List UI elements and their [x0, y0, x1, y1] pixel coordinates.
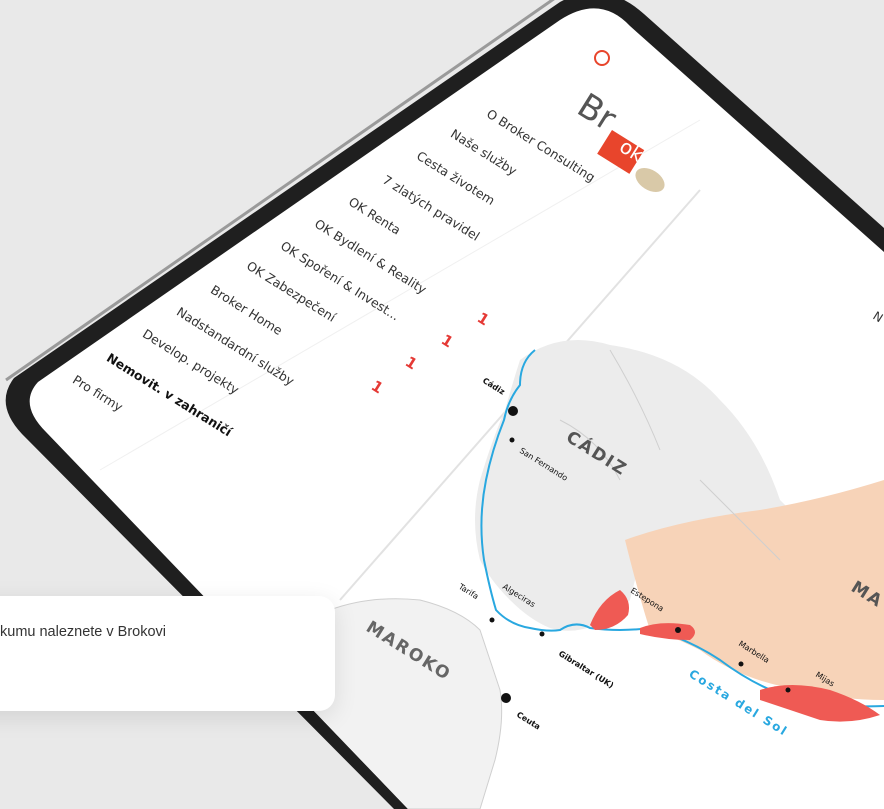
city-dot-marbella[interactable]	[738, 661, 744, 667]
city-dot-san-fernando[interactable]	[509, 437, 515, 443]
city-dot-tarifa[interactable]	[489, 617, 495, 623]
caption-text: kumu naleznete v Brokovi	[0, 624, 167, 640]
city-dot-cadiz[interactable]	[508, 406, 518, 416]
caption-card: kumu naleznete v Brokovi	[0, 596, 335, 711]
city-dot-estepona[interactable]	[675, 627, 681, 633]
city-dot-mijas[interactable]	[785, 687, 791, 693]
city-dot-ceuta[interactable]	[501, 693, 511, 703]
city-dot-algeciras[interactable]	[539, 631, 545, 637]
